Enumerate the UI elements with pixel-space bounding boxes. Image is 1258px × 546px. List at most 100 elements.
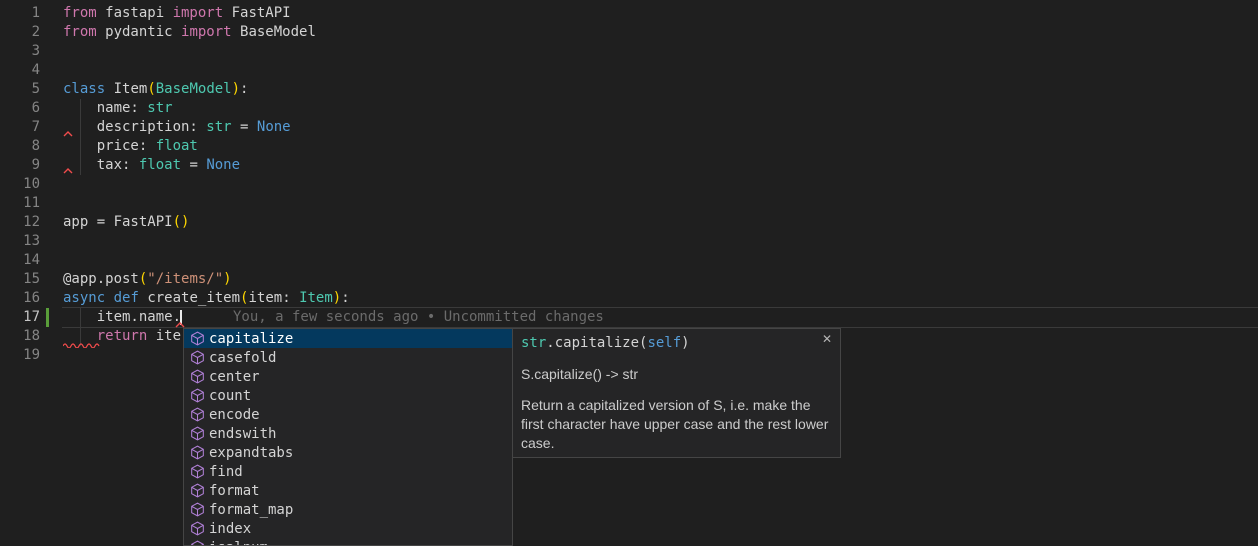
code-text: from fastapi import FastAPI	[40, 4, 291, 23]
suggest-item-endswith[interactable]: endswith	[184, 424, 512, 443]
suggest-item-label: encode	[209, 407, 260, 423]
code-text	[40, 175, 63, 194]
line-number[interactable]: 6	[0, 99, 40, 118]
suggest-docs-panel: str.capitalize(self) ✕ S.capitalize() ->…	[512, 328, 841, 458]
suggest-item-capitalize[interactable]: capitalize	[184, 329, 512, 348]
method-icon	[190, 331, 205, 346]
suggest-item-label: expandtabs	[209, 445, 293, 461]
code-line[interactable]: 2from pydantic import BaseModel	[0, 23, 1258, 42]
suggest-item-label: endswith	[209, 426, 276, 442]
line-number[interactable]: 3	[0, 42, 40, 61]
suggest-item-label: format	[209, 483, 260, 499]
suggest-item-encode[interactable]: encode	[184, 405, 512, 424]
code-text: class Item(BaseModel):	[40, 80, 248, 99]
code-line[interactable]: 7 description: str = None	[0, 118, 1258, 137]
gutter-added-indicator	[46, 308, 49, 327]
code-line[interactable]: 6 name: str	[0, 99, 1258, 118]
suggest-item-label: count	[209, 388, 251, 404]
code-lines: 1from fastapi import FastAPI2from pydant…	[0, 4, 1258, 365]
code-line[interactable]: 9 tax: float = None	[0, 156, 1258, 175]
suggest-item-label: find	[209, 464, 243, 480]
suggest-item-label: index	[209, 521, 251, 537]
method-icon	[190, 445, 205, 460]
suggest-item-label: capitalize	[209, 331, 293, 347]
suggest-item-index[interactable]: index	[184, 519, 512, 538]
method-icon	[190, 369, 205, 384]
code-text: name: str	[40, 99, 173, 118]
code-editor: 1from fastapi import FastAPI2from pydant…	[0, 0, 1258, 546]
method-icon	[190, 502, 205, 517]
code-line[interactable]: 8 price: float	[0, 137, 1258, 156]
code-text: from pydantic import BaseModel	[40, 23, 316, 42]
method-icon	[190, 426, 205, 441]
suggest-item-format_map[interactable]: format_map	[184, 500, 512, 519]
indent-guide	[80, 99, 81, 175]
line-number[interactable]: 11	[0, 194, 40, 213]
line-number[interactable]: 2	[0, 23, 40, 42]
line-number[interactable]: 13	[0, 232, 40, 251]
line-number[interactable]: 17	[0, 308, 40, 327]
code-line[interactable]: 14	[0, 251, 1258, 270]
line-number[interactable]: 4	[0, 61, 40, 80]
code-text: @app.post("/items/")	[40, 270, 232, 289]
code-line[interactable]: 5class Item(BaseModel):	[0, 80, 1258, 99]
method-icon	[190, 540, 205, 546]
code-line[interactable]: 4	[0, 61, 1258, 80]
suggest-item-label: isalnum	[209, 540, 268, 546]
code-line[interactable]: 10	[0, 175, 1258, 194]
method-icon	[190, 464, 205, 479]
suggest-item-casefold[interactable]: casefold	[184, 348, 512, 367]
line-number[interactable]: 15	[0, 270, 40, 289]
line-number[interactable]: 12	[0, 213, 40, 232]
code-text: async def create_item(item: Item):	[40, 289, 350, 308]
docs-signature: str.capitalize(self)	[521, 335, 832, 352]
suggest-item-label: casefold	[209, 350, 276, 366]
line-number[interactable]: 1	[0, 4, 40, 23]
suggest-item-count[interactable]: count	[184, 386, 512, 405]
line-number[interactable]: 18	[0, 327, 40, 346]
method-icon	[190, 483, 205, 498]
text-cursor	[180, 310, 182, 325]
suggest-item-label: format_map	[209, 502, 293, 518]
code-text	[40, 42, 63, 61]
code-text: item.name.	[40, 308, 181, 327]
suggest-list[interactable]: capitalize casefoldcenter count encode endsw…	[183, 328, 513, 546]
code-line[interactable]: 16async def create_item(item: Item):	[0, 289, 1258, 308]
code-line[interactable]: 13	[0, 232, 1258, 251]
method-icon	[190, 521, 205, 536]
code-line[interactable]: 11	[0, 194, 1258, 213]
line-number[interactable]: 8	[0, 137, 40, 156]
method-icon	[190, 407, 205, 422]
line-number[interactable]: 16	[0, 289, 40, 308]
suggest-item-format[interactable]: format	[184, 481, 512, 500]
code-text: description: str = None	[40, 118, 291, 137]
suggest-item-center[interactable]: center	[184, 367, 512, 386]
suggest-item-isalnum[interactable]: isalnum	[184, 538, 512, 546]
code-text	[40, 346, 63, 365]
indent-guide	[80, 308, 81, 346]
docs-return-type: S.capitalize() -> str	[521, 366, 832, 382]
code-text	[40, 232, 63, 251]
code-text: return ite	[40, 327, 181, 346]
code-line[interactable]: 17 item.name.	[0, 308, 1258, 327]
code-line[interactable]: 15@app.post("/items/")	[0, 270, 1258, 289]
close-icon[interactable]: ✕	[822, 333, 832, 345]
code-line[interactable]: 1from fastapi import FastAPI	[0, 4, 1258, 23]
suggest-item-expandtabs[interactable]: expandtabs	[184, 443, 512, 462]
code-text	[40, 251, 63, 270]
line-number[interactable]: 9	[0, 156, 40, 175]
line-number[interactable]: 19	[0, 346, 40, 365]
code-text	[40, 61, 63, 80]
method-icon	[190, 350, 205, 365]
code-text: price: float	[40, 137, 198, 156]
line-number[interactable]: 14	[0, 251, 40, 270]
code-line[interactable]: 12app = FastAPI()	[0, 213, 1258, 232]
git-blame-annotation: You, a few seconds ago • Uncommitted cha…	[233, 308, 604, 327]
docs-description: Return a capitalized version of S, i.e. …	[521, 396, 833, 453]
code-line[interactable]: 3	[0, 42, 1258, 61]
code-text: app = FastAPI()	[40, 213, 189, 232]
line-number[interactable]: 7	[0, 118, 40, 137]
line-number[interactable]: 10	[0, 175, 40, 194]
line-number[interactable]: 5	[0, 80, 40, 99]
suggest-item-find[interactable]: find	[184, 462, 512, 481]
